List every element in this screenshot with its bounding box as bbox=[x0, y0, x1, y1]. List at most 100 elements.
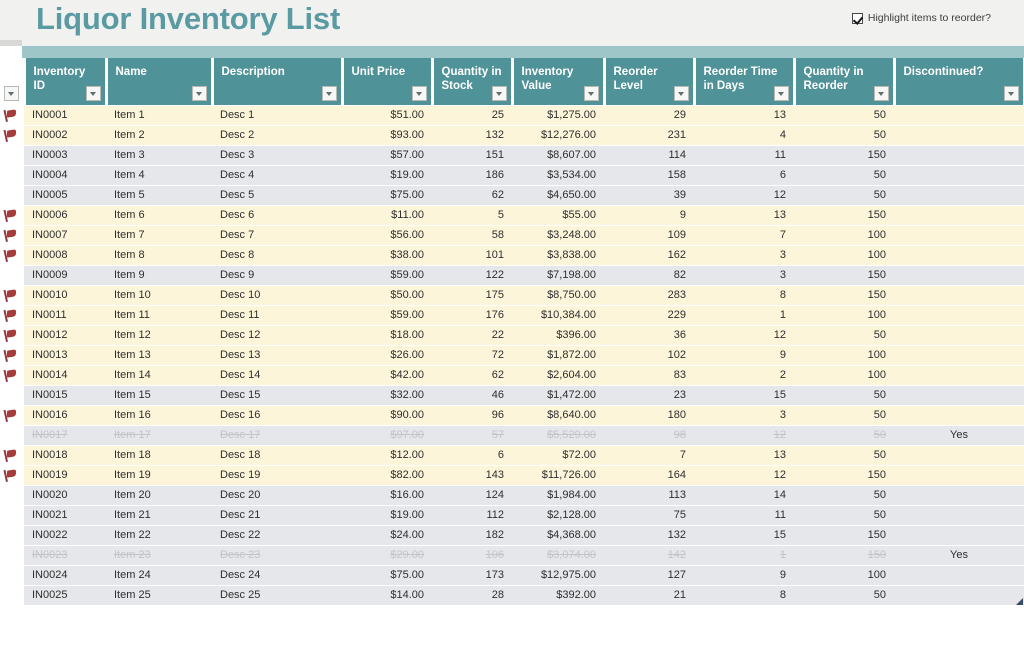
cell-item-name[interactable]: Item 19 bbox=[106, 465, 212, 485]
cell-unit-price[interactable]: $38.00 bbox=[342, 245, 432, 265]
cell-unit-price[interactable]: $93.00 bbox=[342, 125, 432, 145]
cell-item-name[interactable]: Item 3 bbox=[106, 145, 212, 165]
cell-item-name[interactable]: Item 13 bbox=[106, 345, 212, 365]
column-header-reorder-level[interactable]: Reorder Level bbox=[604, 58, 694, 105]
cell-quantity-in-stock[interactable]: 143 bbox=[432, 465, 512, 485]
cell-inventory-id[interactable]: IN0013 bbox=[24, 345, 106, 365]
cell-item-name[interactable]: Item 5 bbox=[106, 185, 212, 205]
cell-inventory-id[interactable]: IN0004 bbox=[24, 165, 106, 185]
filter-dropdown-unit-price-icon[interactable] bbox=[412, 86, 427, 101]
cell-item-description[interactable]: Desc 6 bbox=[212, 205, 342, 225]
cell-inventory-id[interactable]: IN0007 bbox=[24, 225, 106, 245]
cell-unit-price[interactable]: $24.00 bbox=[342, 525, 432, 545]
cell-quantity-in-stock[interactable]: 6 bbox=[432, 445, 512, 465]
cell-discontinued[interactable] bbox=[894, 565, 1024, 585]
cell-quantity-in-reorder[interactable]: 50 bbox=[794, 105, 894, 125]
cell-discontinued[interactable] bbox=[894, 205, 1024, 225]
cell-discontinued[interactable] bbox=[894, 445, 1024, 465]
cell-item-description[interactable]: Desc 7 bbox=[212, 225, 342, 245]
cell-quantity-in-reorder[interactable]: 100 bbox=[794, 305, 894, 325]
cell-item-name[interactable]: Item 2 bbox=[106, 125, 212, 145]
cell-quantity-in-reorder[interactable]: 100 bbox=[794, 365, 894, 385]
column-header-reorder-time-in-days[interactable]: Reorder Time in Days bbox=[694, 58, 794, 105]
column-header-description[interactable]: Description bbox=[212, 58, 342, 105]
cell-inventory-value[interactable]: $5,529.00 bbox=[512, 425, 604, 445]
cell-quantity-in-stock[interactable]: 72 bbox=[432, 345, 512, 365]
cell-unit-price[interactable]: $11.00 bbox=[342, 205, 432, 225]
table-row[interactable]: IN0021Item 21Desc 21$19.00112$2,128.0075… bbox=[0, 505, 1024, 525]
cell-item-description[interactable]: Desc 4 bbox=[212, 165, 342, 185]
cell-item-name[interactable]: Item 24 bbox=[106, 565, 212, 585]
cell-discontinued[interactable] bbox=[894, 345, 1024, 365]
table-row[interactable]: IN0005Item 5Desc 5$75.0062$4,650.0039125… bbox=[0, 185, 1024, 205]
cell-item-description[interactable]: Desc 23 bbox=[212, 545, 342, 565]
filter-dropdown-quantity-in-reorder-icon[interactable] bbox=[874, 86, 889, 101]
table-row[interactable]: IN0015Item 15Desc 15$32.0046$1,472.00231… bbox=[0, 385, 1024, 405]
cell-item-description[interactable]: Desc 14 bbox=[212, 365, 342, 385]
cell-inventory-value[interactable]: $11,726.00 bbox=[512, 465, 604, 485]
cell-unit-price[interactable]: $29.00 bbox=[342, 545, 432, 565]
cell-reorder-time-in-days[interactable]: 8 bbox=[694, 585, 794, 605]
cell-reorder-time-in-days[interactable]: 14 bbox=[694, 485, 794, 505]
cell-item-description[interactable]: Desc 2 bbox=[212, 125, 342, 145]
cell-quantity-in-reorder[interactable]: 50 bbox=[794, 425, 894, 445]
cell-item-description[interactable]: Desc 20 bbox=[212, 485, 342, 505]
cell-unit-price[interactable]: $14.00 bbox=[342, 585, 432, 605]
cell-inventory-value[interactable]: $396.00 bbox=[512, 325, 604, 345]
cell-item-name[interactable]: Item 21 bbox=[106, 505, 212, 525]
cell-inventory-id[interactable]: IN0025 bbox=[24, 585, 106, 605]
cell-quantity-in-stock[interactable]: 124 bbox=[432, 485, 512, 505]
cell-inventory-value[interactable]: $1,275.00 bbox=[512, 105, 604, 125]
cell-inventory-value[interactable]: $3,838.00 bbox=[512, 245, 604, 265]
cell-inventory-value[interactable]: $1,984.00 bbox=[512, 485, 604, 505]
column-header-inventory-value[interactable]: Inventory Value bbox=[512, 58, 604, 105]
cell-discontinued[interactable] bbox=[894, 305, 1024, 325]
filter-dropdown-reorder-time-icon[interactable] bbox=[774, 86, 789, 101]
cell-inventory-value[interactable]: $4,650.00 bbox=[512, 185, 604, 205]
cell-reorder-time-in-days[interactable]: 1 bbox=[694, 305, 794, 325]
cell-item-description[interactable]: Desc 5 bbox=[212, 185, 342, 205]
cell-reorder-time-in-days[interactable]: 3 bbox=[694, 265, 794, 285]
cell-discontinued[interactable] bbox=[894, 225, 1024, 245]
cell-item-name[interactable]: Item 22 bbox=[106, 525, 212, 545]
cell-unit-price[interactable]: $51.00 bbox=[342, 105, 432, 125]
cell-discontinued[interactable] bbox=[894, 385, 1024, 405]
cell-reorder-time-in-days[interactable]: 13 bbox=[694, 205, 794, 225]
cell-unit-price[interactable]: $42.00 bbox=[342, 365, 432, 385]
cell-discontinued[interactable]: Yes bbox=[894, 425, 1024, 445]
column-header-unit-price[interactable]: Unit Price bbox=[342, 58, 432, 105]
cell-unit-price[interactable]: $19.00 bbox=[342, 165, 432, 185]
cell-item-name[interactable]: Item 9 bbox=[106, 265, 212, 285]
cell-inventory-value[interactable]: $8,750.00 bbox=[512, 285, 604, 305]
cell-quantity-in-stock[interactable]: 46 bbox=[432, 385, 512, 405]
cell-inventory-value[interactable]: $12,276.00 bbox=[512, 125, 604, 145]
cell-reorder-level[interactable]: 127 bbox=[604, 565, 694, 585]
cell-inventory-id[interactable]: IN0005 bbox=[24, 185, 106, 205]
cell-reorder-time-in-days[interactable]: 3 bbox=[694, 245, 794, 265]
cell-item-name[interactable]: Item 14 bbox=[106, 365, 212, 385]
filter-dropdown-inventory-id-icon[interactable] bbox=[86, 86, 101, 101]
cell-unit-price[interactable]: $12.00 bbox=[342, 445, 432, 465]
table-row[interactable]: IN0002Item 2Desc 2$93.00132$12,276.00231… bbox=[0, 125, 1024, 145]
cell-item-name[interactable]: Item 8 bbox=[106, 245, 212, 265]
cell-unit-price[interactable]: $57.00 bbox=[342, 145, 432, 165]
cell-quantity-in-stock[interactable]: 28 bbox=[432, 585, 512, 605]
table-row[interactable]: IN0001Item 1Desc 1$51.0025$1,275.0029135… bbox=[0, 105, 1024, 125]
cell-unit-price[interactable]: $90.00 bbox=[342, 405, 432, 425]
cell-discontinued[interactable] bbox=[894, 185, 1024, 205]
cell-quantity-in-reorder[interactable]: 50 bbox=[794, 385, 894, 405]
cell-discontinued[interactable] bbox=[894, 405, 1024, 425]
cell-reorder-level[interactable]: 21 bbox=[604, 585, 694, 605]
table-row[interactable]: IN0006Item 6Desc 6$11.005$55.00913150 bbox=[0, 205, 1024, 225]
highlight-items-toggle[interactable]: Highlight items to reorder? bbox=[852, 12, 991, 24]
cell-item-description[interactable]: Desc 18 bbox=[212, 445, 342, 465]
cell-reorder-level[interactable]: 82 bbox=[604, 265, 694, 285]
cell-quantity-in-stock[interactable]: 112 bbox=[432, 505, 512, 525]
cell-reorder-level[interactable]: 23 bbox=[604, 385, 694, 405]
cell-reorder-level[interactable]: 36 bbox=[604, 325, 694, 345]
cell-inventory-id[interactable]: IN0023 bbox=[24, 545, 106, 565]
cell-discontinued[interactable] bbox=[894, 265, 1024, 285]
table-row[interactable]: IN0013Item 13Desc 13$26.0072$1,872.00102… bbox=[0, 345, 1024, 365]
cell-quantity-in-stock[interactable]: 132 bbox=[432, 125, 512, 145]
cell-inventory-id[interactable]: IN0009 bbox=[24, 265, 106, 285]
